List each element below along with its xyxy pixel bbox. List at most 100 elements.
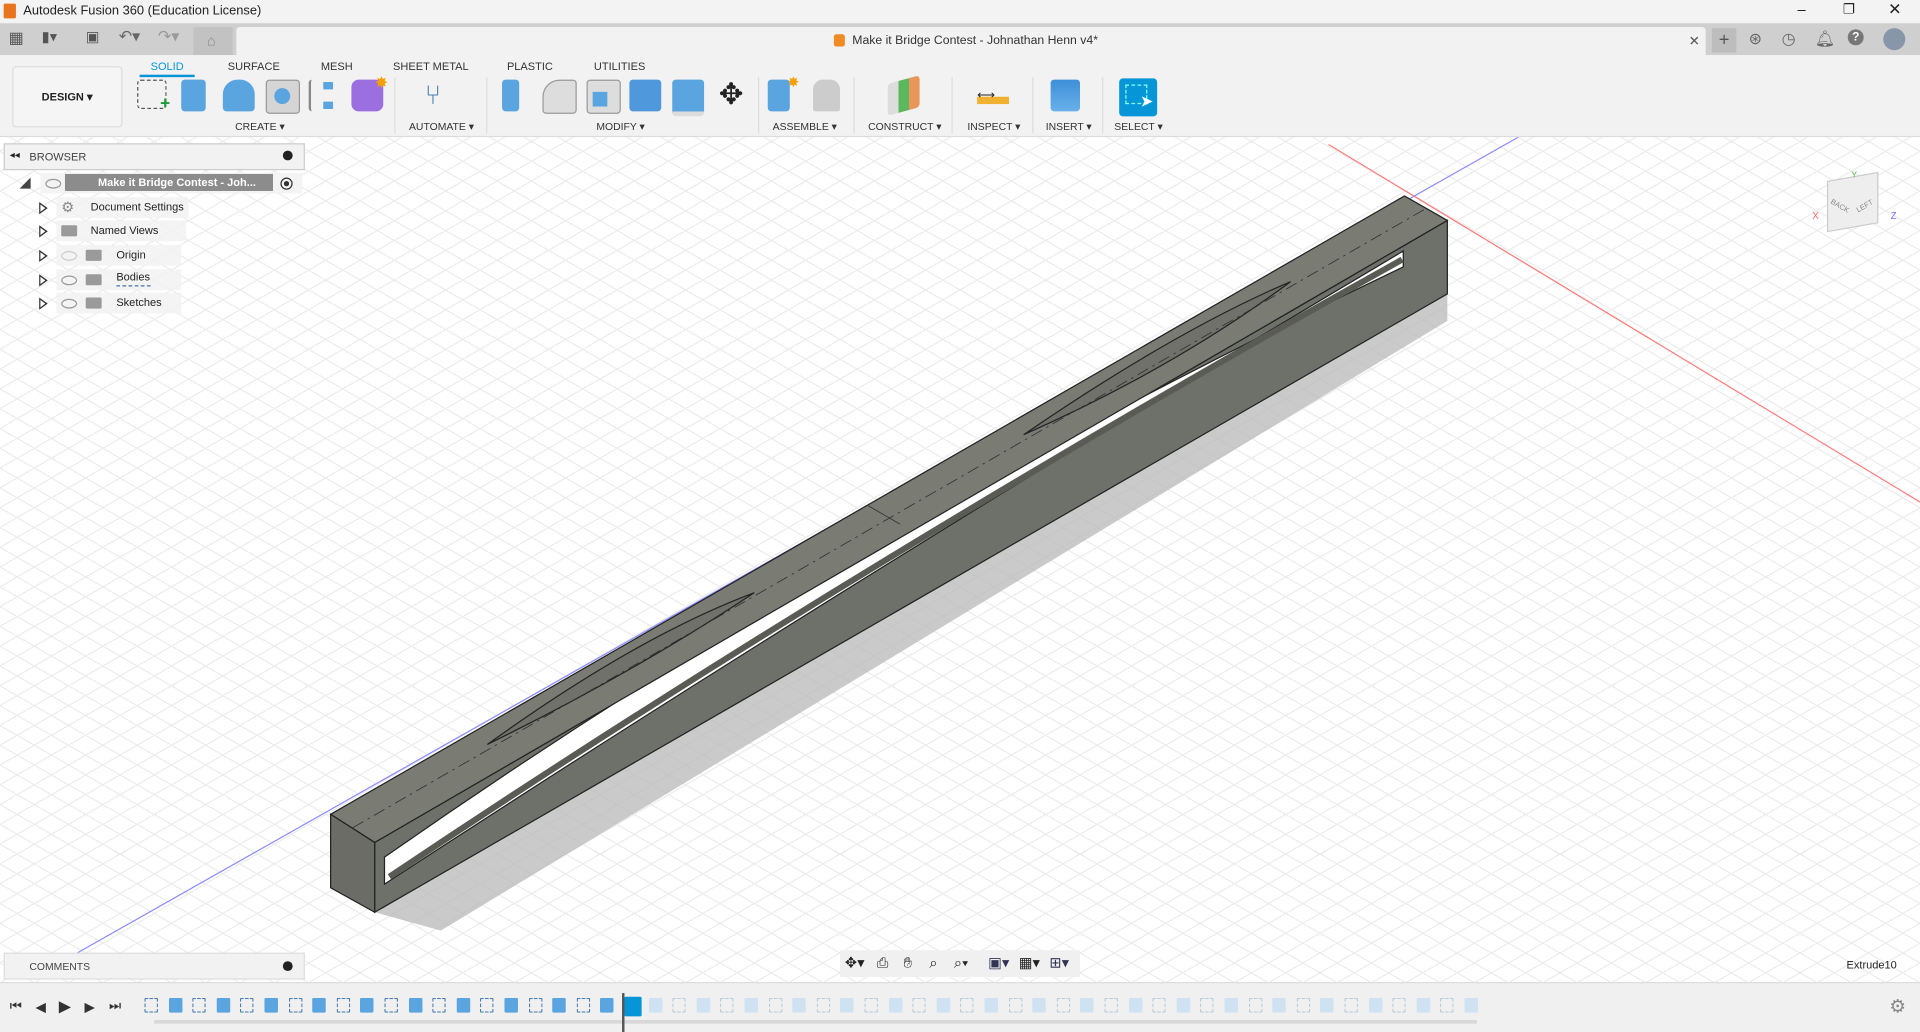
timeline-sketch-icon[interactable] — [816, 997, 830, 1013]
insert-image-icon[interactable] — [1050, 79, 1081, 112]
timeline-sketch-icon[interactable] — [1392, 997, 1406, 1013]
file-menu-icon[interactable]: ▮▾ — [42, 28, 57, 45]
timeline-extrude-icon[interactable] — [600, 997, 614, 1013]
display-settings-icon[interactable]: ▣▾ — [988, 954, 1009, 971]
timeline-sketch-icon[interactable] — [336, 997, 350, 1013]
tree-item-named-views[interactable]: Named Views — [56, 220, 187, 242]
grid-settings-icon[interactable]: ▦▾ — [1019, 954, 1040, 971]
combine-icon[interactable] — [629, 79, 662, 112]
timeline-extrude-icon[interactable] — [312, 997, 326, 1013]
timeline-extrude-icon[interactable] — [552, 997, 566, 1013]
home-tab[interactable]: ⌂ — [193, 26, 233, 56]
tree-item-origin[interactable]: Origin — [56, 244, 182, 266]
document-tab[interactable]: Make it Bridge Contest - Johnathan Henn … — [236, 26, 1706, 56]
automate-menu[interactable]: AUTOMATE ▾ — [409, 120, 474, 133]
timeline-extrude-icon[interactable] — [504, 997, 518, 1013]
timeline-sketch-icon[interactable] — [432, 997, 446, 1013]
form-icon[interactable]: ✸ — [351, 73, 388, 112]
close-tab-icon[interactable]: ✕ — [1689, 33, 1700, 49]
apps-grid-icon[interactable]: ▦ — [9, 28, 24, 48]
timeline-sketch-icon[interactable] — [384, 997, 398, 1013]
timeline-extrude-icon[interactable] — [360, 997, 374, 1013]
timeline-extrude-icon[interactable] — [888, 997, 902, 1013]
tab-surface[interactable]: SURFACE — [228, 60, 280, 72]
tree-root[interactable]: Make it Bridge Contest - Joh... — [40, 172, 303, 194]
construct-menu[interactable]: CONSTRUCT ▾ — [868, 120, 941, 133]
tab-solid[interactable]: SOLID — [151, 60, 184, 72]
timeline-sketch-icon[interactable] — [288, 997, 302, 1013]
help-icon[interactable]: ? — [1847, 29, 1864, 46]
user-avatar[interactable] — [1883, 28, 1906, 51]
shell-icon[interactable] — [586, 79, 621, 114]
zoom-icon[interactable]: ⌕ — [929, 954, 937, 972]
timeline-sketch-icon[interactable] — [912, 997, 926, 1013]
extrude-icon[interactable] — [181, 79, 206, 112]
step-back-button[interactable]: ◀ — [36, 999, 46, 1015]
visibility-eye-icon[interactable] — [61, 275, 78, 286]
look-at-icon[interactable]: ⎙ — [877, 954, 889, 972]
timeline-sketch-icon[interactable] — [1104, 997, 1118, 1013]
job-status-icon[interactable]: ◷ — [1782, 29, 1796, 49]
extensions-icon[interactable]: ⊛ — [1749, 29, 1762, 49]
timeline-sketch-icon[interactable] — [1008, 997, 1022, 1013]
revolve-icon[interactable] — [222, 79, 255, 112]
timeline-extrude-icon[interactable] — [264, 997, 278, 1013]
press-pull-icon[interactable] — [502, 79, 520, 112]
timeline-sketch-icon[interactable] — [480, 997, 494, 1013]
browser-panel-header[interactable]: ◂◂ BROWSER — [3, 143, 305, 171]
notifications-icon[interactable]: 🔔︎ — [1815, 29, 1835, 49]
measure-icon[interactable]: ⟷ — [977, 80, 1009, 112]
timeline-current-feature[interactable] — [624, 996, 642, 1017]
timeline-extrude-icon[interactable] — [168, 997, 182, 1013]
timeline-sketch-icon[interactable] — [1440, 997, 1454, 1013]
timeline-extrude-icon[interactable] — [1176, 997, 1190, 1013]
move-copy-icon[interactable]: ✥ — [715, 79, 747, 112]
tree-root-expand-icon[interactable] — [19, 177, 31, 189]
step-forward-button[interactable]: ▶ — [84, 999, 94, 1015]
timeline-extrude-icon[interactable] — [792, 997, 806, 1013]
timeline-sketch-icon[interactable] — [960, 997, 974, 1013]
timeline-extrude-icon[interactable] — [216, 997, 230, 1013]
expand-icon[interactable] — [39, 297, 48, 310]
select-menu[interactable]: SELECT ▾ — [1114, 120, 1162, 133]
timeline-sketch-icon[interactable] — [240, 997, 254, 1013]
timeline-sketch-icon[interactable] — [144, 997, 158, 1013]
modify-menu[interactable]: MODIFY ▾ — [596, 120, 644, 133]
timeline-sketch-icon[interactable] — [1344, 997, 1358, 1013]
timeline-settings-icon[interactable]: ⚙ — [1889, 996, 1905, 1018]
timeline-extrude-icon[interactable] — [936, 997, 950, 1013]
play-button[interactable]: ▶ — [59, 997, 71, 1017]
expand-icon[interactable] — [39, 249, 48, 263]
tab-utilities[interactable]: UTILITIES — [594, 60, 645, 72]
timeline-extrude-icon[interactable] — [456, 997, 470, 1013]
viewcube[interactable]: BACK LEFT X Y Z — [1812, 169, 1897, 242]
add-comment-icon[interactable] — [282, 961, 293, 972]
hole-icon[interactable] — [265, 79, 301, 114]
timeline-sketch-icon[interactable] — [1200, 997, 1214, 1013]
orbit-icon[interactable]: ✥▾ — [845, 954, 865, 971]
hidden-eye-icon[interactable] — [61, 251, 78, 261]
timeline-extrude-icon[interactable] — [1080, 997, 1094, 1013]
timeline-extrude-icon[interactable] — [1320, 997, 1334, 1013]
save-icon[interactable]: ▣ — [86, 28, 100, 45]
activate-radio-icon[interactable] — [280, 177, 293, 190]
timeline-extrude-icon[interactable] — [1272, 997, 1286, 1013]
timeline-extrude-icon[interactable] — [648, 997, 662, 1013]
tab-sheet-metal[interactable]: SHEET METAL — [393, 60, 469, 72]
timeline-sketch-icon[interactable] — [672, 997, 686, 1013]
timeline-extrude-icon[interactable] — [1416, 997, 1430, 1013]
new-component-icon[interactable]: ✸ — [767, 73, 800, 112]
new-tab-button[interactable]: + — [1711, 28, 1737, 53]
timeline-extrude-icon[interactable] — [1224, 997, 1238, 1013]
go-to-start-button[interactable]: ⏮ — [10, 999, 22, 1015]
insert-menu[interactable]: INSERT ▾ — [1046, 120, 1092, 133]
timeline-extrude-icon[interactable] — [696, 997, 710, 1013]
comments-panel[interactable]: COMMENTS — [3, 952, 305, 980]
timeline-sketch-icon[interactable] — [192, 997, 206, 1013]
restore-button[interactable]: ❐ — [1843, 1, 1855, 17]
timeline-sketch-icon[interactable] — [1248, 997, 1262, 1013]
automate-icon[interactable]: ⑂ — [425, 80, 457, 112]
tree-item-bodies[interactable]: Bodies — [56, 269, 182, 291]
minimize-button[interactable]: – — [1798, 1, 1806, 18]
expand-icon[interactable] — [39, 225, 48, 238]
